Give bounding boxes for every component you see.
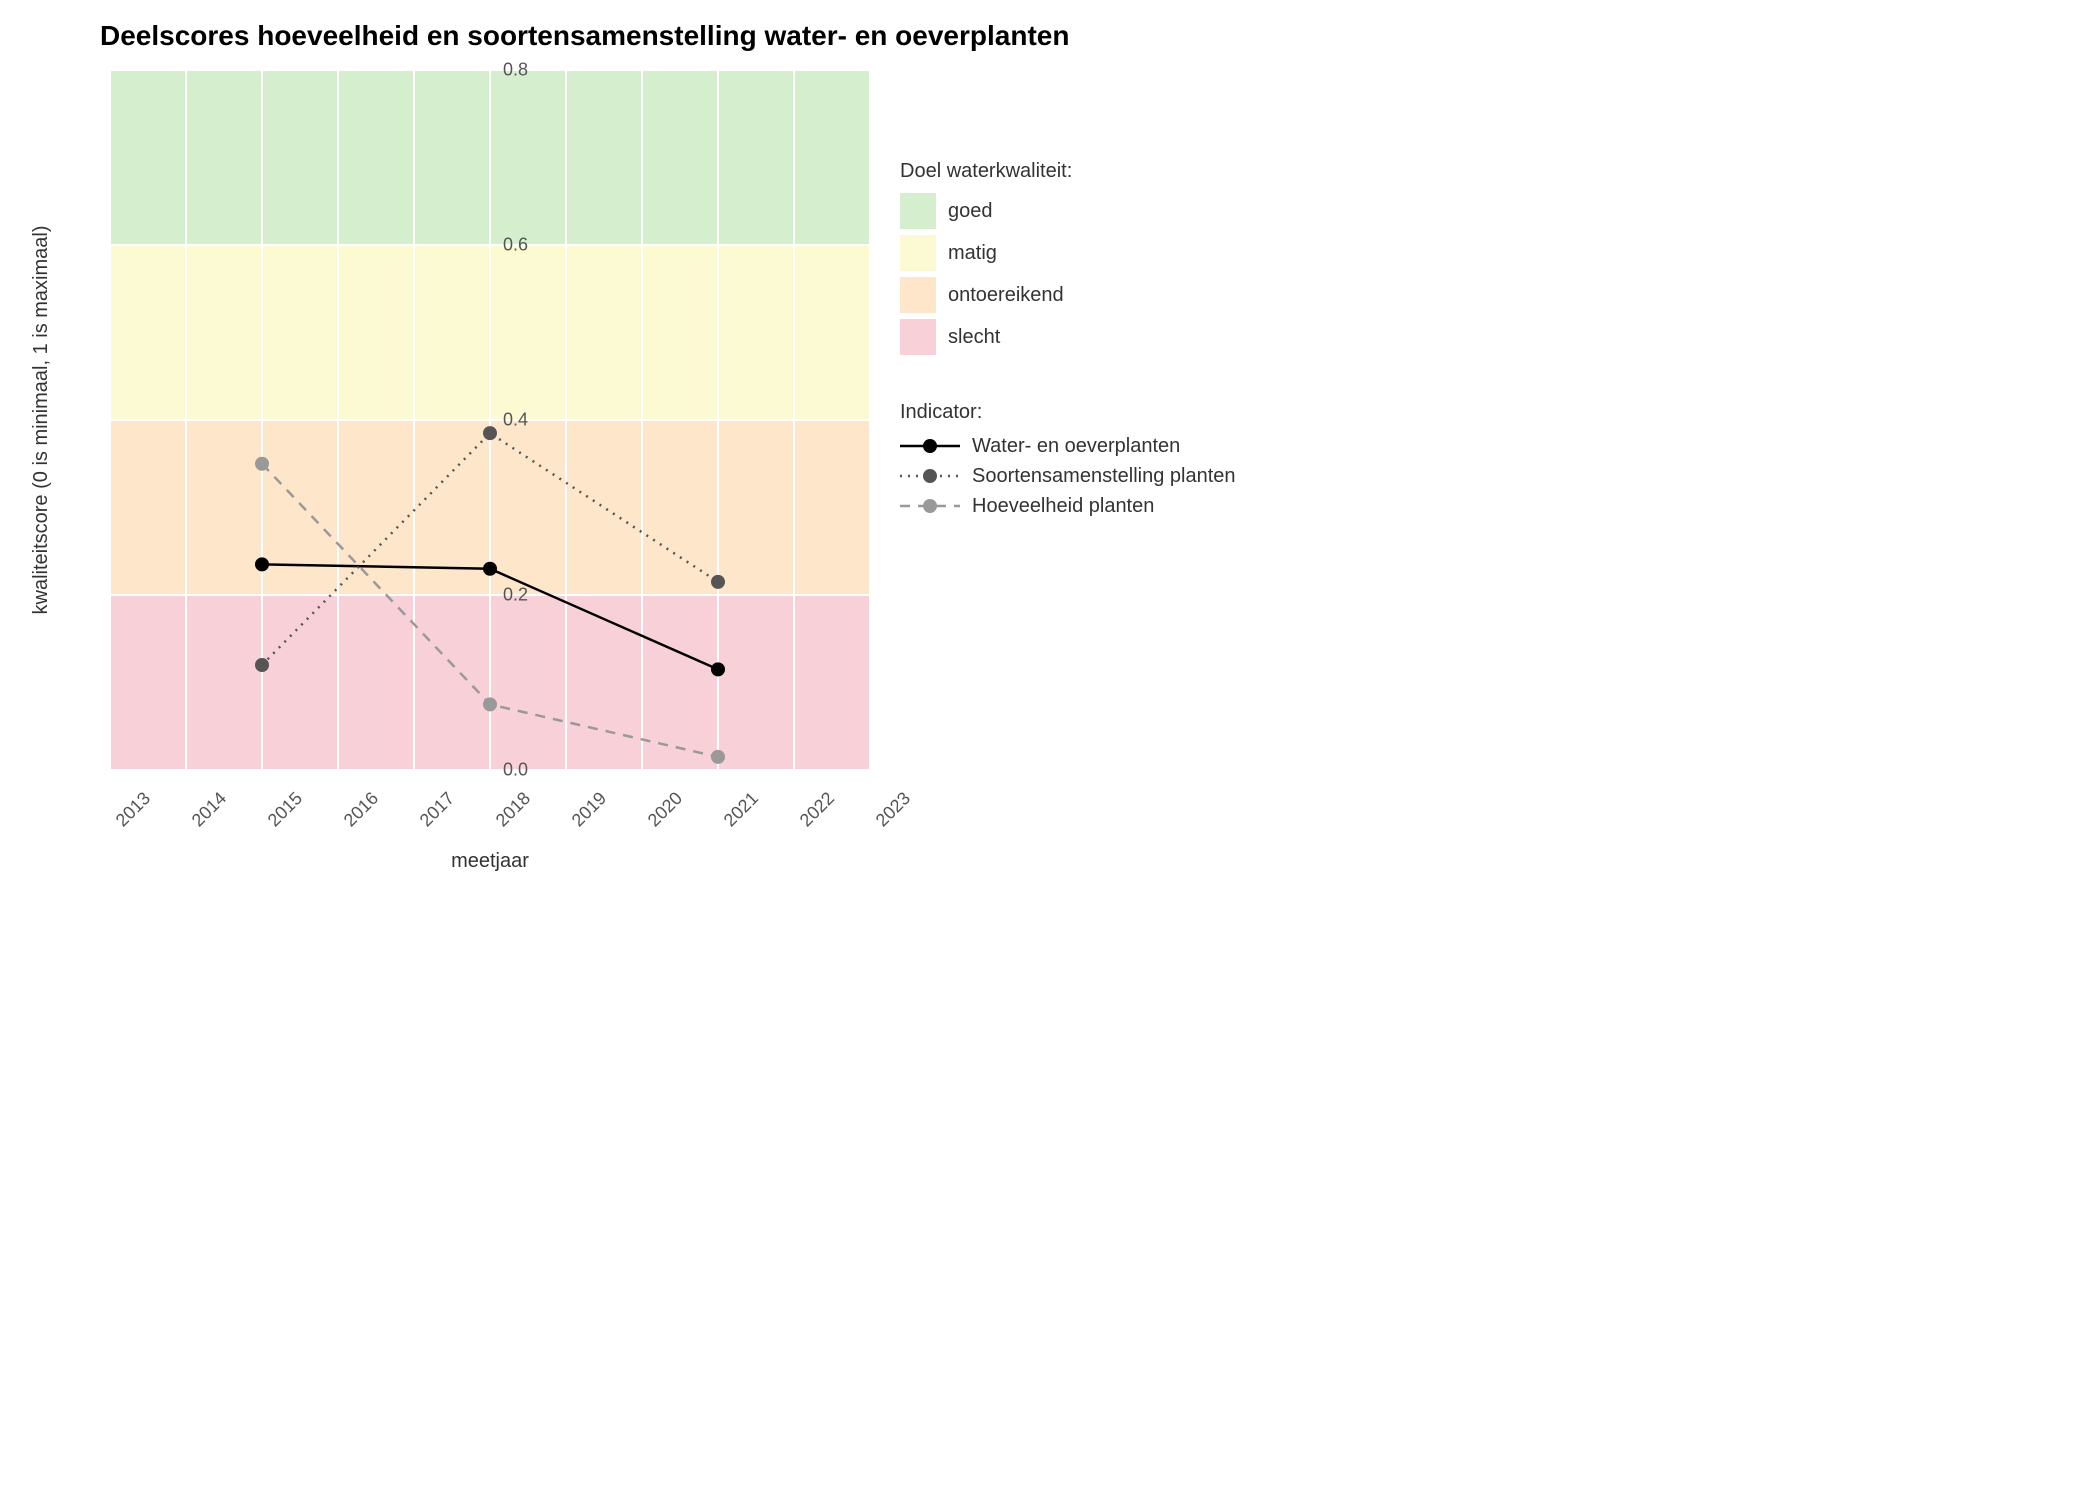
- legend-bands-title: Doel waterkwaliteit:: [900, 160, 1236, 183]
- legend-swatch: [900, 277, 936, 313]
- legend-band-label: matig: [948, 242, 997, 265]
- legend-line-sample: [900, 434, 960, 458]
- legend-swatch: [900, 319, 936, 355]
- data-point: [255, 557, 269, 571]
- x-tick-label: 2021: [720, 788, 763, 831]
- legend-series-item: Soortensamenstelling planten: [900, 464, 1236, 488]
- data-point: [255, 658, 269, 672]
- x-tick-label: 2022: [796, 788, 839, 831]
- legend-band-item: slecht: [900, 319, 1236, 355]
- legend-swatch: [900, 193, 936, 229]
- plot-area: [110, 70, 870, 770]
- x-tick-label: 2019: [568, 788, 611, 831]
- legend-swatch: [900, 235, 936, 271]
- data-point: [483, 697, 497, 711]
- legend-series-label: Hoeveelheid planten: [972, 495, 1154, 518]
- data-point: [483, 426, 497, 440]
- data-point: [711, 575, 725, 589]
- legend-band-label: goed: [948, 200, 993, 223]
- data-point: [711, 662, 725, 676]
- legend-line-sample: [900, 464, 960, 488]
- legend-series-item: Water- en oeverplanten: [900, 434, 1236, 458]
- data-point: [711, 750, 725, 764]
- legend-band-label: slecht: [948, 326, 1000, 349]
- y-tick-label: 0.4: [503, 410, 528, 431]
- x-tick-label: 2014: [188, 788, 231, 831]
- y-tick-label: 0.0: [503, 760, 528, 781]
- y-tick-label: 0.6: [503, 235, 528, 256]
- legend-series-item: Hoeveelheid planten: [900, 494, 1236, 518]
- legend-series-label: Water- en oeverplanten: [972, 435, 1180, 458]
- data-point: [483, 562, 497, 576]
- x-tick-label: 2013: [112, 788, 155, 831]
- x-tick-label: 2017: [416, 788, 459, 831]
- legend-band-item: goed: [900, 193, 1236, 229]
- y-tick-label: 0.2: [503, 585, 528, 606]
- x-tick-label: 2020: [644, 788, 687, 831]
- x-tick-label: 2015: [264, 788, 307, 831]
- chart-title: Deelscores hoeveelheid en soortensamenst…: [100, 20, 1300, 52]
- x-tick-label: 2023: [872, 788, 915, 831]
- legend-band-item: matig: [900, 235, 1236, 271]
- y-axis-label: kwaliteitscore (0 is minimaal, 1 is maxi…: [30, 226, 53, 615]
- legend-series-label: Soortensamenstelling planten: [972, 465, 1236, 488]
- x-tick-label: 2018: [492, 788, 535, 831]
- legend-indicator-title: Indicator:: [900, 401, 1236, 424]
- legend-line-sample: [900, 494, 960, 518]
- data-point: [255, 457, 269, 471]
- legend-band-label: ontoereikend: [948, 284, 1064, 307]
- plot-svg: [110, 70, 870, 770]
- x-axis-label: meetjaar: [110, 850, 870, 873]
- legend: Doel waterkwaliteit: goed matig ontoereike…: [900, 160, 1236, 524]
- chart-container: Deelscores hoeveelheid en soortensamenst…: [20, 20, 1300, 920]
- legend-band-item: ontoereikend: [900, 277, 1236, 313]
- x-tick-label: 2016: [340, 788, 383, 831]
- y-tick-label: 0.8: [503, 60, 528, 81]
